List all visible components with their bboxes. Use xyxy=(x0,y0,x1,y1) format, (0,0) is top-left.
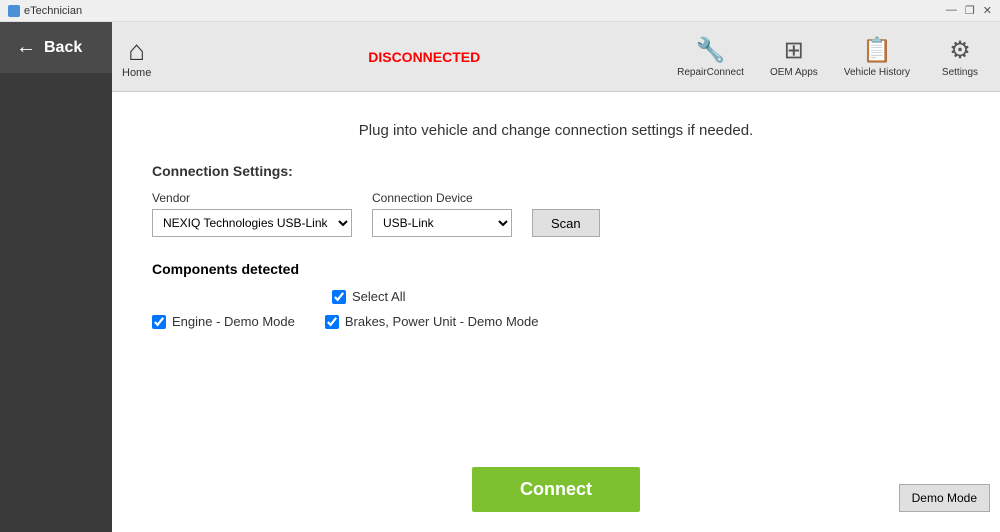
select-all-checkbox[interactable] xyxy=(332,290,346,304)
settings-label: Settings xyxy=(942,67,978,78)
main-area: ⌂ Home DISCONNECTED 🔧 RepairConnect ⊞ OE… xyxy=(112,22,1000,532)
disconnected-text: DISCONNECTED xyxy=(368,49,480,65)
connection-settings-section: Connection Settings: Vendor NEXIQ Techno… xyxy=(152,163,960,237)
component2-label: Brakes, Power Unit - Demo Mode xyxy=(345,314,539,329)
back-button[interactable]: ← Back xyxy=(0,22,112,73)
repair-connect-label: RepairConnect xyxy=(677,67,744,78)
vehicle-history-label: Vehicle History xyxy=(844,67,910,78)
maximize-button[interactable]: ❐ xyxy=(965,4,975,17)
main-instruction: Plug into vehicle and change connection … xyxy=(152,122,960,139)
vendor-field-group: Vendor NEXIQ Technologies USB-LinkOther … xyxy=(152,191,352,237)
vendor-label: Vendor xyxy=(152,191,352,205)
vendor-select[interactable]: NEXIQ Technologies USB-LinkOther Vendor xyxy=(152,209,352,237)
back-label: Back xyxy=(44,39,82,57)
close-button[interactable]: ✕ xyxy=(983,4,992,17)
components-detected-label: Components detected xyxy=(152,261,960,277)
home-button[interactable]: ⌂ Home xyxy=(122,35,151,79)
home-icon: ⌂ xyxy=(128,35,145,67)
device-select[interactable]: USB-LinkBluetoothWiFi xyxy=(372,209,512,237)
connection-row: Vendor NEXIQ Technologies USB-LinkOther … xyxy=(152,191,960,237)
settings-button[interactable]: ⚙ Settings xyxy=(930,36,990,78)
repair-connect-button[interactable]: 🔧 RepairConnect xyxy=(677,36,744,78)
vehicle-history-button[interactable]: 📋 Vehicle History xyxy=(844,36,910,78)
app-body: ← Back ⌂ Home DISCONNECTED 🔧 RepairConne… xyxy=(0,22,1000,532)
select-all-item[interactable]: Select All xyxy=(332,289,960,304)
connect-button[interactable]: Connect xyxy=(472,467,640,512)
component1-item[interactable]: Engine - Demo Mode xyxy=(152,314,295,329)
vehicle-history-icon: 📋 xyxy=(862,36,892,65)
oem-apps-icon: ⊞ xyxy=(784,36,804,65)
app-title: eTechnician xyxy=(8,5,82,17)
component1-label: Engine - Demo Mode xyxy=(172,314,295,329)
scan-button[interactable]: Scan xyxy=(532,209,600,237)
oem-apps-button[interactable]: ⊞ OEM Apps xyxy=(764,36,824,78)
connection-settings-label: Connection Settings: xyxy=(152,163,960,179)
toolbar: ⌂ Home DISCONNECTED 🔧 RepairConnect ⊞ OE… xyxy=(112,22,1000,92)
repair-connect-icon: 🔧 xyxy=(696,36,726,65)
oem-apps-label: OEM Apps xyxy=(770,67,818,78)
connection-status: DISCONNECTED xyxy=(171,49,677,65)
components-section: Components detected Select All Engine - … xyxy=(152,261,960,329)
component2-checkbox[interactable] xyxy=(325,315,339,329)
sidebar: ← Back xyxy=(0,22,112,532)
settings-icon: ⚙ xyxy=(949,36,971,65)
connection-device-label: Connection Device xyxy=(372,191,512,205)
minimize-button[interactable]: — xyxy=(946,4,957,17)
titlebar: eTechnician — ❐ ✕ xyxy=(0,0,1000,22)
component1-checkbox[interactable] xyxy=(152,315,166,329)
components-list: Engine - Demo Mode Brakes, Power Unit - … xyxy=(152,314,960,329)
app-name-label: eTechnician xyxy=(24,5,82,17)
toolbar-right: 🔧 RepairConnect ⊞ OEM Apps 📋 Vehicle His… xyxy=(677,36,990,78)
component2-item[interactable]: Brakes, Power Unit - Demo Mode xyxy=(325,314,539,329)
select-all-label: Select All xyxy=(352,289,405,304)
select-all-row: Select All xyxy=(332,289,960,304)
connection-device-field-group: Connection Device USB-LinkBluetoothWiFi xyxy=(372,191,512,237)
window-controls[interactable]: — ❐ ✕ xyxy=(946,4,992,17)
back-arrow-icon: ← xyxy=(16,36,36,59)
home-label: Home xyxy=(122,67,151,79)
app-icon xyxy=(8,5,20,17)
demo-mode-button[interactable]: Demo Mode xyxy=(899,484,990,512)
content-area: Plug into vehicle and change connection … xyxy=(112,92,1000,532)
